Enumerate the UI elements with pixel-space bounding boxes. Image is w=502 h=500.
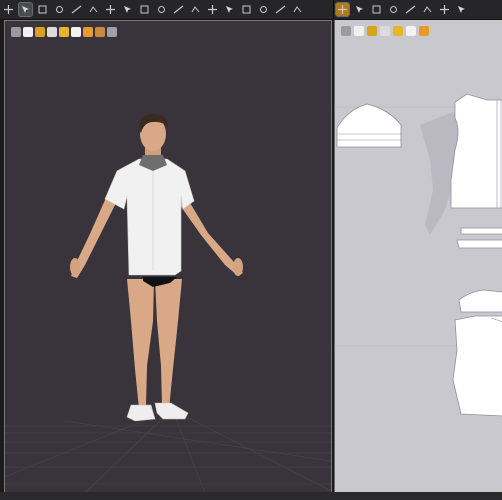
sewing-icon[interactable]: [87, 3, 100, 16]
texture-display-icon[interactable]: [35, 27, 45, 37]
status-strip: [0, 492, 502, 500]
segment-sewing-icon[interactable]: [438, 3, 451, 16]
avatar-figure: [70, 114, 243, 422]
arrange-icon[interactable]: [121, 3, 134, 16]
pattern-toolbar: [334, 0, 502, 20]
pattern-canvas: [335, 93, 502, 417]
pinning-icon[interactable]: [274, 3, 287, 16]
more-icon[interactable]: [291, 3, 304, 16]
front-pattern-piece: [450, 93, 502, 209]
folder-icon[interactable]: [59, 27, 69, 37]
copy-icon[interactable]: [354, 26, 364, 36]
internal-line-icon[interactable]: [421, 3, 434, 16]
viewport-3d-toolbar: [11, 27, 117, 37]
settings-icon[interactable]: [107, 27, 117, 37]
avatar-display-icon[interactable]: [11, 27, 21, 37]
seam-icon[interactable]: [189, 3, 202, 16]
light-icon[interactable]: [83, 27, 93, 37]
grade-icon[interactable]: [419, 26, 429, 36]
select-icon[interactable]: [18, 2, 33, 17]
stitch-icon[interactable]: [406, 26, 416, 36]
paint-icon[interactable]: [367, 26, 377, 36]
right-shoe: [154, 402, 189, 420]
viewport-2d-toolbar: [341, 26, 429, 36]
edit-pattern-icon[interactable]: [335, 2, 350, 17]
right-leg: [155, 279, 182, 409]
fold-icon[interactable]: [104, 3, 117, 16]
sleeve-pattern-piece: [336, 103, 402, 148]
notch-icon[interactable]: [455, 3, 468, 16]
shirt: [104, 158, 195, 276]
back-pattern-piece: [452, 315, 502, 417]
shirt-display-icon[interactable]: [23, 27, 33, 37]
right-hand: [233, 258, 243, 276]
left-shoe: [126, 404, 156, 422]
camera-icon[interactable]: [71, 27, 81, 37]
tape-icon[interactable]: [70, 3, 83, 16]
point-icon[interactable]: [138, 3, 151, 16]
pattern-select-icon[interactable]: [341, 26, 351, 36]
left-hand: [70, 258, 80, 276]
trim-icon[interactable]: [155, 3, 168, 16]
collar-stand-pattern-piece: [456, 239, 502, 249]
3d-garment-viewport[interactable]: [4, 20, 332, 494]
texture-icon[interactable]: [257, 3, 270, 16]
zipper-icon[interactable]: [223, 3, 236, 16]
pin-icon[interactable]: [53, 3, 66, 16]
button-icon[interactable]: [206, 3, 219, 16]
color-icon[interactable]: [393, 26, 403, 36]
color-icon[interactable]: [95, 27, 105, 37]
rectangle-icon[interactable]: [387, 3, 400, 16]
figure-icon[interactable]: [47, 27, 57, 37]
polygon-icon[interactable]: [370, 3, 383, 16]
2d-pattern-viewport[interactable]: [334, 20, 502, 492]
main-toolbar: [0, 0, 333, 20]
yoke-pattern-piece: [458, 289, 502, 313]
transform-pattern-icon[interactable]: [353, 3, 366, 16]
left-leg: [127, 279, 154, 409]
measure-icon[interactable]: [240, 3, 253, 16]
texture-icon[interactable]: [380, 26, 390, 36]
transform-icon[interactable]: [36, 3, 49, 16]
collar-pattern-piece: [460, 227, 502, 235]
ellipse-icon[interactable]: [404, 3, 417, 16]
line-icon[interactable]: [172, 3, 185, 16]
move-icon[interactable]: [2, 3, 15, 16]
